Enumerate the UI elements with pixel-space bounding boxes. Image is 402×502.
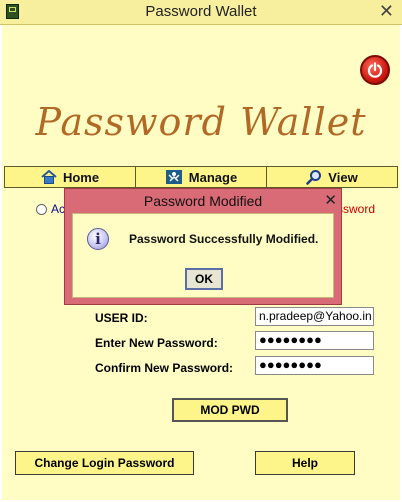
radio-left-label: Ac — [51, 202, 66, 216]
ok-button[interactable]: OK — [185, 268, 223, 290]
window-title: Password Wallet — [145, 3, 257, 20]
dialog-title: Password Modified — [143, 193, 263, 209]
new-password-label: Enter New Password: — [95, 336, 218, 350]
home-icon — [41, 170, 57, 184]
dialog-body: i Password Successfully Modified. OK — [72, 213, 334, 298]
nav-view-button[interactable]: View — [267, 167, 397, 187]
confirm-password-label: Confirm New Password: — [95, 361, 234, 375]
help-button[interactable]: Help — [255, 451, 355, 475]
nav-home-button[interactable]: Home — [5, 167, 136, 187]
magnifier-icon — [306, 170, 322, 185]
user-id-label: USER ID: — [95, 311, 148, 325]
power-icon[interactable] — [360, 55, 390, 85]
radio-option-left[interactable]: Ac — [36, 202, 65, 216]
radio-circle[interactable] — [36, 204, 47, 216]
nav-view-label: View — [328, 169, 358, 185]
password-modified-dialog: Password Modified ✕ i Password Successfu… — [64, 188, 342, 305]
title-bar: Password Wallet ✕ — [0, 0, 402, 25]
info-icon: i — [87, 228, 109, 250]
new-password-field[interactable]: ●●●●●●●● — [255, 331, 374, 350]
change-login-password-button[interactable]: Change Login Password — [15, 451, 194, 475]
nav-home-label: Home — [62, 169, 100, 185]
user-id-field[interactable]: n.pradeep@Yahoo.in — [255, 307, 374, 326]
nav-manage-label: Manage — [188, 169, 238, 185]
window-close-button[interactable]: ✕ — [379, 1, 394, 22]
nav-bar: Home Manage View — [4, 166, 398, 188]
dialog-close-button[interactable]: ✕ — [324, 191, 337, 209]
mod-pwd-button[interactable]: MOD PWD — [172, 398, 288, 422]
nav-manage-button[interactable]: Manage — [136, 167, 267, 187]
radio-option-right-label[interactable]: ssword — [337, 202, 375, 216]
manage-icon — [165, 170, 182, 184]
app-logo-text: Password Wallet — [35, 100, 367, 144]
dialog-message: Password Successfully Modified. — [129, 232, 319, 246]
confirm-password-field[interactable]: ●●●●●●●● — [255, 356, 374, 375]
